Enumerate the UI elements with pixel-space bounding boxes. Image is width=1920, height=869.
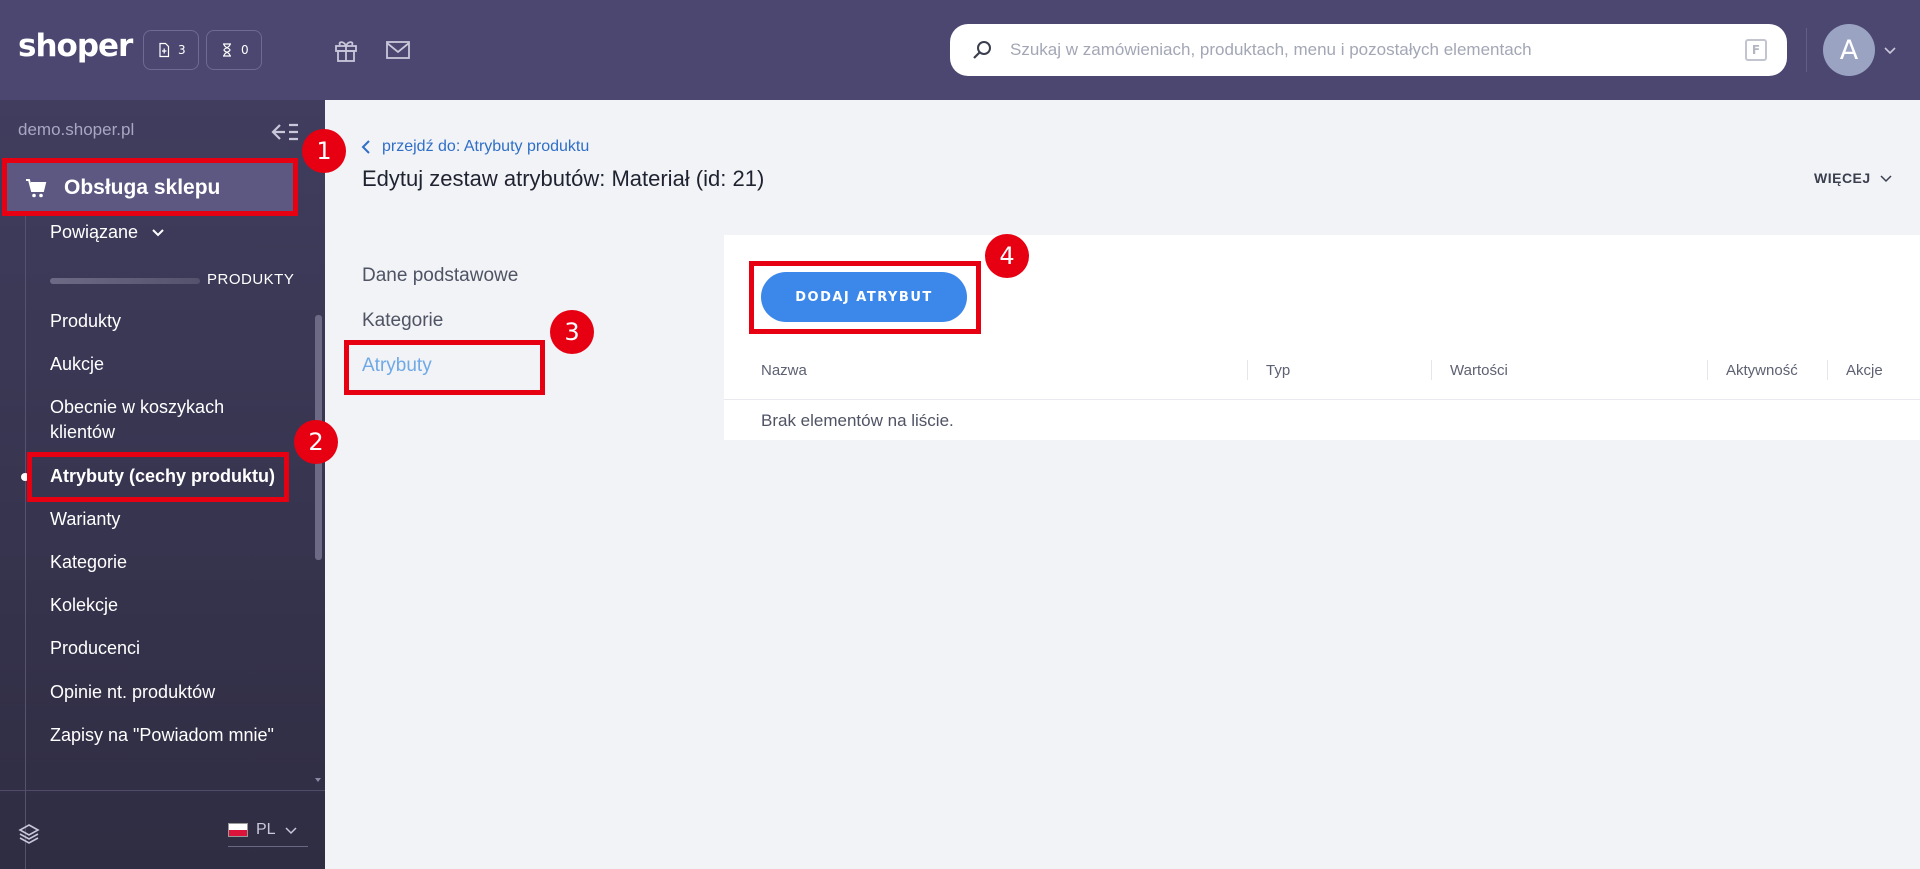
chevron-down-icon [285,826,297,834]
sidebar-item-reviews[interactable]: Opinie nt. produktów [50,680,290,705]
highlight-box-2 [27,452,289,502]
more-label: WIĘCEJ [1814,170,1871,186]
sidebar-item-auctions[interactable]: Aukcje [50,352,290,377]
sidebar-item-notify-signups[interactable]: Zapisy na "Powiadom mnie" [50,723,290,748]
sidebar-item-products[interactable]: Produkty [50,309,290,334]
shoper-logo[interactable]: shoper [18,28,133,64]
language-selector[interactable]: PL [228,813,308,847]
chevron-down-icon[interactable] [1882,42,1898,58]
column-separator [1827,360,1828,380]
chevron-left-icon [361,140,370,154]
highlight-box-1 [2,158,298,216]
layers-icon[interactable] [18,823,40,845]
pending-count: 0 [241,43,249,57]
search-bar: F [950,24,1787,76]
shop-url[interactable]: demo.shoper.pl [18,120,134,140]
hourglass-icon [223,43,231,57]
search-shortcut-key: F [1745,39,1767,61]
mail-icon[interactable] [384,36,412,64]
group-divider [50,278,200,284]
group-label-products: PRODUKTY [207,271,295,288]
back-link[interactable]: przejdź do: Atrybuty produktu [360,138,589,156]
annotation-badge-3: 3 [550,310,594,354]
header-divider [1806,28,1807,72]
gift-icon[interactable] [332,36,360,64]
chevron-down-icon [152,228,164,236]
language-label: PL [256,820,276,838]
sidebar-item-categories[interactable]: Kategorie [50,550,290,575]
annotation-badge-1: 1 [302,129,346,173]
search-input[interactable] [1010,40,1745,60]
sidebar-item-collections[interactable]: Kolekcje [50,593,290,618]
tab-basic-data[interactable]: Dane podstawowe [362,265,518,287]
column-header-values[interactable]: Wartości [1450,362,1508,379]
sidebar-item-producers[interactable]: Producenci [50,636,290,661]
orders-count: 3 [178,43,186,57]
sidebar-item-variants[interactable]: Warianty [50,507,290,532]
column-separator [1431,360,1432,380]
related-dropdown[interactable]: Powiązane [50,222,166,243]
poland-flag-icon [228,822,248,837]
column-header-type[interactable]: Typ [1266,362,1290,379]
sidebar-footer: PL [0,790,325,869]
column-separator [1707,360,1708,380]
page-title: Edytuj zestaw atrybutów: Materiał (id: 2… [362,166,765,191]
annotation-badge-2: 2 [294,420,338,464]
pending-counter-button[interactable]: 0 [206,30,262,70]
chevron-down-icon [1880,175,1892,183]
highlight-box-3 [344,340,545,395]
table-divider [724,399,1920,400]
sidebar-item-carts[interactable]: Obecnie w koszykach klientów [50,395,290,445]
back-link-label: przejdź do: Atrybuty produktu [382,138,590,155]
empty-list-message: Brak elementów na liście. [761,411,954,430]
user-avatar[interactable]: A [1823,24,1875,76]
document-icon [159,42,170,58]
search-icon [973,41,991,59]
orders-counter-button[interactable]: 3 [143,30,199,70]
tab-categories[interactable]: Kategorie [362,310,443,332]
related-label: Powiązane [50,222,139,242]
column-header-actions: Akcje [1846,362,1883,379]
column-header-name[interactable]: Nazwa [761,362,807,379]
annotation-badge-4: 4 [985,234,1029,278]
column-separator [1247,360,1248,380]
column-header-active[interactable]: Aktywność [1726,362,1798,379]
tree-line [25,215,26,869]
more-button[interactable]: WIĘCEJ [1814,170,1893,186]
top-bar: shoper 3 0 F A [0,0,1920,100]
collapse-sidebar-icon[interactable] [270,120,300,144]
scroll-down-icon[interactable] [313,775,323,785]
highlight-box-4 [749,261,981,334]
